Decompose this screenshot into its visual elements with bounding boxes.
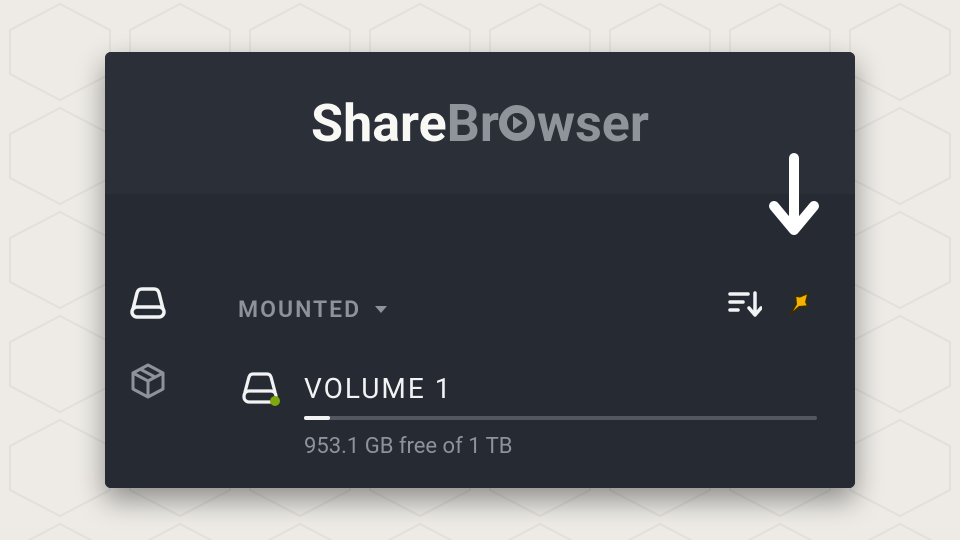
- volume-drive-icon: [238, 370, 282, 406]
- logo-b-suffix: wser: [537, 93, 649, 154]
- volume-usage-fill: [304, 416, 330, 420]
- volume-row: VOLUME 1: [238, 370, 817, 406]
- main-content: MOUNTED: [105, 194, 855, 488]
- play-o-icon: [499, 105, 535, 141]
- volumes-nav-button[interactable]: [127, 282, 169, 324]
- pin-icon: [783, 288, 815, 320]
- filter-dropdown[interactable]: MOUNTED: [238, 296, 387, 323]
- list-actions: [727, 286, 817, 322]
- pin-button[interactable]: [781, 286, 817, 322]
- app-header: Share Br wser: [105, 52, 855, 194]
- sort-button[interactable]: [727, 286, 763, 322]
- volume-name: VOLUME 1: [304, 372, 452, 405]
- logo-text-b: Br wser: [447, 93, 649, 154]
- logo-b-prefix: Br: [447, 93, 499, 154]
- chevron-down-icon: [375, 306, 387, 313]
- volume-usage-bar: [304, 416, 817, 420]
- volume-item[interactable]: VOLUME 1 953.1 GB free of 1 TB: [238, 370, 817, 459]
- filter-label: MOUNTED: [238, 296, 361, 323]
- volume-subtext: 953.1 GB free of 1 TB: [304, 434, 817, 459]
- drive-icon: [128, 287, 168, 319]
- app-window: Share Br wser: [105, 52, 855, 488]
- sort-icon: [728, 289, 762, 319]
- logo-text-a: Share: [311, 93, 447, 154]
- app-logo: Share Br wser: [311, 93, 649, 154]
- projects-nav-button[interactable]: [127, 360, 169, 402]
- package-icon: [129, 362, 167, 400]
- nav-rail: [127, 282, 173, 438]
